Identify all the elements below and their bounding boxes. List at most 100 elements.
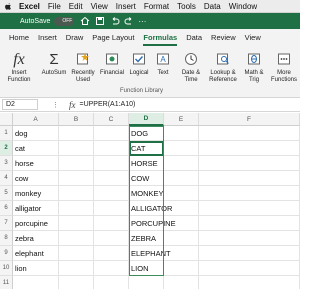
cell-a6[interactable]: alligator bbox=[13, 201, 59, 216]
more-functions-button[interactable]: More Functions bbox=[268, 48, 300, 84]
undo-icon[interactable] bbox=[110, 16, 120, 26]
lookup-reference-button[interactable]: Lookup & Reference bbox=[206, 48, 240, 84]
financial-button[interactable]: Financial bbox=[98, 48, 126, 77]
row-header-2[interactable]: 2 bbox=[0, 141, 13, 156]
menu-view[interactable]: View bbox=[91, 2, 108, 11]
date-time-button[interactable]: Date & Time bbox=[177, 48, 205, 84]
cell-b9[interactable] bbox=[59, 246, 94, 261]
cell-c2[interactable] bbox=[94, 141, 129, 156]
cell-f6[interactable] bbox=[199, 201, 300, 216]
cell-f1[interactable] bbox=[199, 126, 300, 141]
menu-format[interactable]: Format bbox=[144, 2, 169, 11]
cell-e9[interactable] bbox=[164, 246, 199, 261]
logical-button[interactable]: Logical bbox=[127, 48, 151, 77]
home-icon[interactable] bbox=[80, 16, 90, 26]
apple-icon[interactable] bbox=[4, 2, 13, 11]
select-all-corner[interactable] bbox=[0, 113, 13, 126]
cell-a9[interactable]: elephant bbox=[13, 246, 59, 261]
menu-window[interactable]: Window bbox=[229, 2, 257, 11]
cell-a2[interactable]: cat bbox=[13, 141, 59, 156]
cell-e3[interactable] bbox=[164, 156, 199, 171]
insert-function-button[interactable]: fx Insert Function bbox=[4, 48, 34, 84]
row-header-10[interactable]: 10 bbox=[0, 261, 13, 276]
cell-b10[interactable] bbox=[59, 261, 94, 276]
menu-data[interactable]: Data bbox=[204, 2, 221, 11]
cell-b8[interactable] bbox=[59, 231, 94, 246]
tab-view[interactable]: View bbox=[245, 33, 261, 42]
cell-f8[interactable] bbox=[199, 231, 300, 246]
cell-f3[interactable] bbox=[199, 156, 300, 171]
cell-e5[interactable] bbox=[164, 186, 199, 201]
math-trig-button[interactable]: Math & Trig bbox=[241, 48, 267, 84]
menu-edit[interactable]: Edit bbox=[69, 2, 83, 11]
column-header-b[interactable]: B bbox=[59, 113, 94, 126]
cell-c3[interactable] bbox=[94, 156, 129, 171]
row-header-5[interactable]: 5 bbox=[0, 186, 13, 201]
name-box[interactable]: D2 bbox=[2, 99, 38, 110]
redo-icon[interactable] bbox=[124, 16, 134, 26]
tab-insert[interactable]: Insert bbox=[38, 33, 57, 42]
cell-e2[interactable] bbox=[164, 141, 199, 156]
cell-f5[interactable] bbox=[199, 186, 300, 201]
cell-f7[interactable] bbox=[199, 216, 300, 231]
cell-e8[interactable] bbox=[164, 231, 199, 246]
cell-f4[interactable] bbox=[199, 171, 300, 186]
cell-b11[interactable] bbox=[59, 276, 94, 289]
text-button[interactable]: A Text bbox=[152, 48, 174, 77]
cell-f9[interactable] bbox=[199, 246, 300, 261]
cell-c9[interactable] bbox=[94, 246, 129, 261]
row-header-6[interactable]: 6 bbox=[0, 201, 13, 216]
cell-b2[interactable] bbox=[59, 141, 94, 156]
cell-d8[interactable]: ZEBRA bbox=[129, 231, 164, 246]
tab-data[interactable]: Data bbox=[186, 33, 202, 42]
formula-input[interactable]: =UPPER(A1:A10) bbox=[80, 101, 136, 108]
cell-a1[interactable]: dog bbox=[13, 126, 59, 141]
cell-f10[interactable] bbox=[199, 261, 300, 276]
cell-c1[interactable] bbox=[94, 126, 129, 141]
cell-c7[interactable] bbox=[94, 216, 129, 231]
row-header-8[interactable]: 8 bbox=[0, 231, 13, 246]
menu-insert[interactable]: Insert bbox=[116, 2, 136, 11]
cell-a4[interactable]: cow bbox=[13, 171, 59, 186]
tab-review[interactable]: Review bbox=[211, 33, 236, 42]
row-header-3[interactable]: 3 bbox=[0, 156, 13, 171]
fx-button[interactable]: fx bbox=[69, 100, 76, 110]
cell-b7[interactable] bbox=[59, 216, 94, 231]
cell-b5[interactable] bbox=[59, 186, 94, 201]
cell-a5[interactable]: monkey bbox=[13, 186, 59, 201]
menu-excel[interactable]: Excel bbox=[19, 2, 40, 11]
cell-a3[interactable]: horse bbox=[13, 156, 59, 171]
tab-formulas[interactable]: Formulas bbox=[143, 33, 177, 46]
save-icon[interactable] bbox=[95, 16, 105, 26]
cell-e11[interactable] bbox=[164, 276, 199, 289]
cell-e1[interactable] bbox=[164, 126, 199, 141]
cell-b3[interactable] bbox=[59, 156, 94, 171]
column-header-c[interactable]: C bbox=[94, 113, 129, 126]
tab-page-layout[interactable]: Page Layout bbox=[92, 33, 134, 42]
menu-file[interactable]: File bbox=[48, 2, 61, 11]
cell-b1[interactable] bbox=[59, 126, 94, 141]
cell-d5[interactable]: MONKEY bbox=[129, 186, 164, 201]
cell-e7[interactable] bbox=[164, 216, 199, 231]
cell-a10[interactable]: lion bbox=[13, 261, 59, 276]
cell-e4[interactable] bbox=[164, 171, 199, 186]
cell-c6[interactable] bbox=[94, 201, 129, 216]
cell-a8[interactable]: zebra bbox=[13, 231, 59, 246]
column-header-f[interactable]: F bbox=[199, 113, 300, 126]
cell-d2[interactable]: CAT bbox=[129, 141, 164, 156]
tab-draw[interactable]: Draw bbox=[66, 33, 84, 42]
spreadsheet-grid[interactable]: ABCDEF 1 dog DOG 2 cat CAT 3 horse HORSE 4 cow COW 5… bbox=[0, 113, 300, 289]
cell-e10[interactable] bbox=[164, 261, 199, 276]
cell-c10[interactable] bbox=[94, 261, 129, 276]
cell-d11[interactable] bbox=[129, 276, 164, 289]
column-header-d[interactable]: D bbox=[129, 113, 164, 126]
cell-c5[interactable] bbox=[94, 186, 129, 201]
cell-d4[interactable]: COW bbox=[129, 171, 164, 186]
cell-e6[interactable] bbox=[164, 201, 199, 216]
cell-f11[interactable] bbox=[199, 276, 300, 289]
cell-f2[interactable] bbox=[199, 141, 300, 156]
row-header-1[interactable]: 1 bbox=[0, 126, 13, 141]
cell-c11[interactable] bbox=[94, 276, 129, 289]
cell-c4[interactable] bbox=[94, 171, 129, 186]
row-header-7[interactable]: 7 bbox=[0, 216, 13, 231]
